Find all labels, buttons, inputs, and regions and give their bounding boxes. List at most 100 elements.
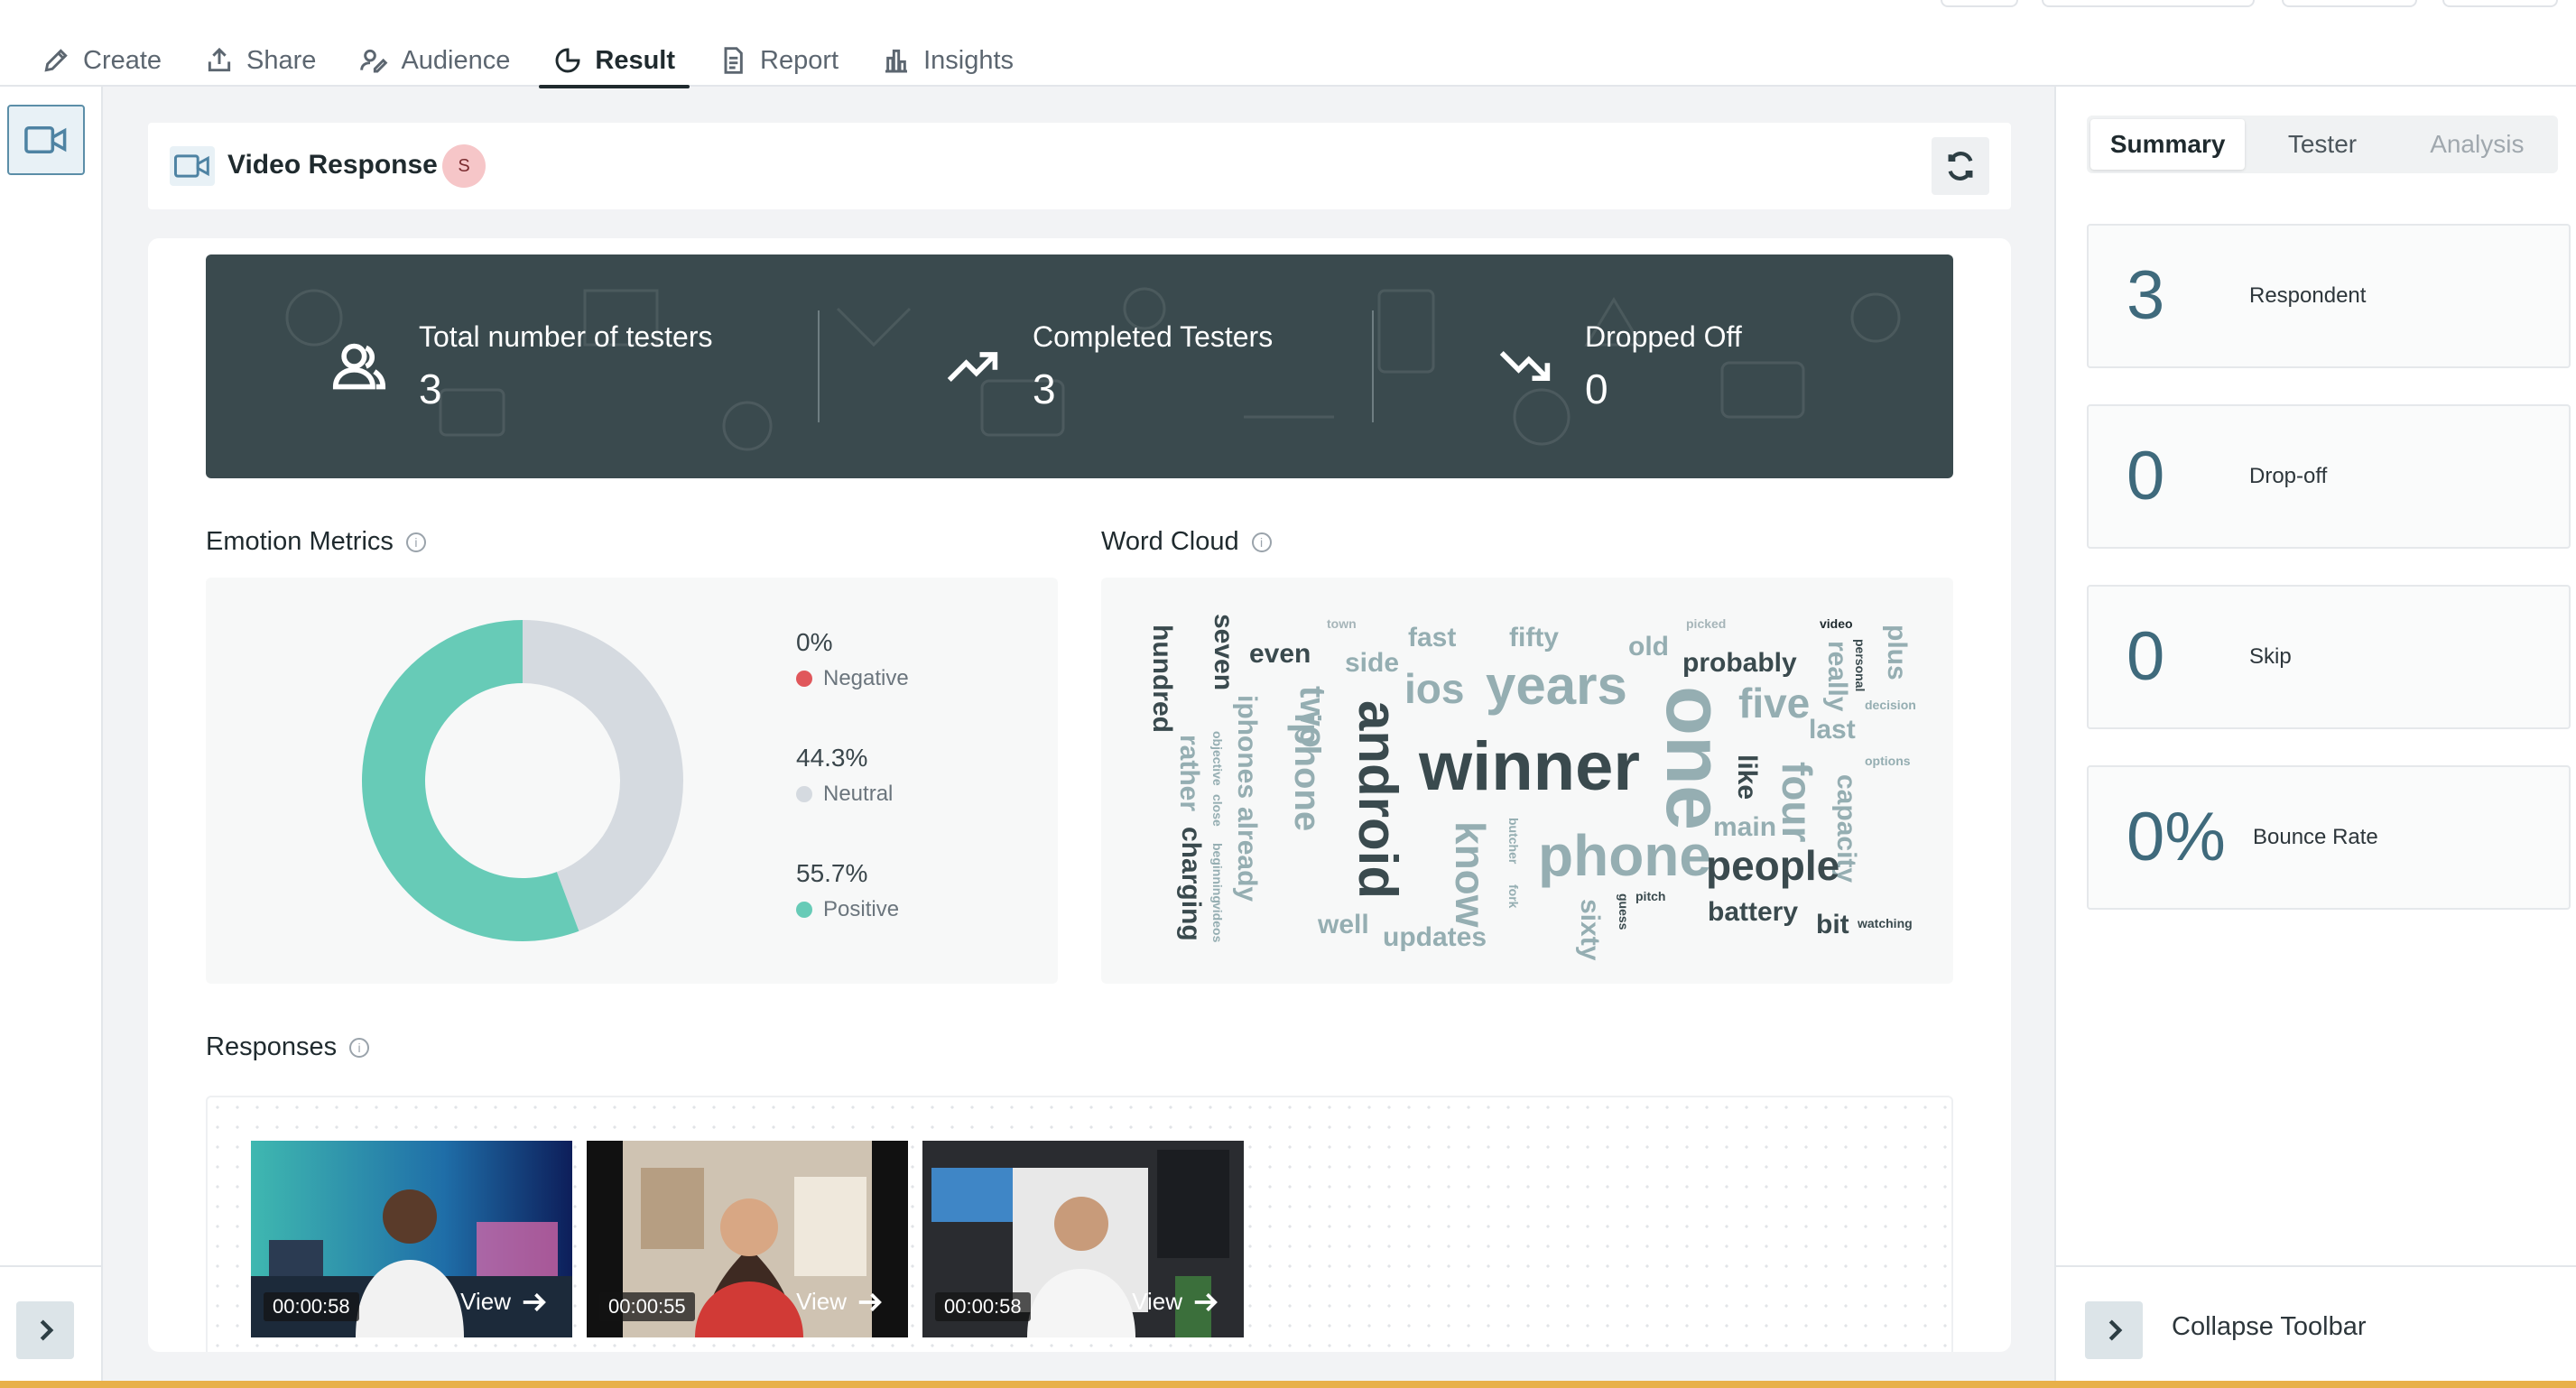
word-cloud-word: years (1486, 655, 1627, 716)
tab-create[interactable]: Create (27, 36, 176, 85)
response-video-3[interactable]: 00:00:58 View (922, 1141, 1244, 1337)
right-sidebar: Summary Tester Analysis 3 Respondent 0 D… (2054, 87, 2576, 1388)
tab-insights[interactable]: Insights (867, 36, 1028, 85)
trending-down-icon (1499, 351, 1551, 381)
video-response-header: Video Response S (148, 123, 2011, 209)
word-cloud-word: already (1232, 807, 1262, 902)
video-camera-icon (170, 146, 215, 186)
left-rail (0, 87, 103, 1388)
word-cloud-word: fast (1408, 623, 1457, 652)
nav-tabs: Create Share Audience Result Report Insi… (27, 36, 1042, 88)
legend-dot (796, 786, 812, 802)
view-link[interactable]: View (1132, 1288, 1219, 1316)
stat-total-testers: Total number of testers 3 (332, 254, 712, 478)
word-cloud-title: Word Cloud i (1101, 527, 1272, 557)
top-toolbar-button[interactable] (2282, 0, 2417, 7)
top-toolbar-button[interactable] (2042, 0, 2255, 7)
collapse-toolbar-label[interactable]: Collapse Toolbar (2172, 1312, 2367, 1342)
word-cloud-word: seven (1209, 614, 1238, 691)
response-video-2[interactable]: 00:00:55 View (587, 1141, 908, 1337)
word-cloud-word: winner (1419, 728, 1640, 805)
video-duration: 00:00:58 (935, 1292, 1031, 1321)
tab-summary[interactable]: Summary (2090, 119, 2246, 170)
legend-negative: 0% Negative (796, 628, 909, 691)
top-toolbar-button[interactable] (1941, 0, 2018, 7)
top-toolbar-button[interactable] (2442, 0, 2558, 7)
tab-analysis[interactable]: Analysis (2400, 119, 2554, 170)
word-cloud-panel: hundred seven even town fast fifty picked video… (1101, 578, 1953, 984)
info-icon[interactable]: i (1251, 532, 1272, 552)
word-cloud-word: sixty (1575, 899, 1605, 961)
word-cloud-word: main (1713, 812, 1777, 842)
section-heading: Emotion Metrics (206, 527, 394, 556)
word-cloud-word: even (1249, 639, 1311, 669)
bottom-accent-strip (0, 1381, 2576, 1388)
sidebar-tabs: Summary Tester Analysis (2087, 116, 2558, 173)
word-cloud-word: side (1345, 648, 1400, 678)
view-link[interactable]: View (460, 1288, 547, 1316)
metric-label: Bounce Rate (2253, 825, 2378, 849)
stat-label: Dropped Off (1585, 319, 1742, 353)
video-question-button[interactable] (7, 105, 85, 175)
tab-share[interactable]: Share (190, 36, 330, 85)
legend-value: 0% (796, 628, 833, 656)
response-video-1[interactable]: 00:00:58 View (251, 1141, 572, 1337)
word-cloud-word: hundred (1147, 625, 1177, 733)
arrow-right-icon (1194, 1292, 1218, 1311)
legend-dot (796, 671, 812, 687)
word-cloud-word: know (1447, 821, 1494, 928)
trending-up-icon (947, 352, 998, 382)
info-icon[interactable]: i (349, 1037, 370, 1058)
stat-label: Total number of testers (419, 319, 713, 353)
results-card: Total number of testers 3 Completed Test… (148, 238, 2011, 1352)
refresh-icon (1948, 152, 1973, 180)
tab-audience[interactable]: Audience (345, 36, 524, 85)
word-cloud-word: well (1318, 910, 1369, 939)
top-nav: Create Share Audience Result Report Insi… (0, 0, 2576, 88)
metric-value: 3 (2127, 257, 2165, 334)
view-label: View (460, 1288, 511, 1315)
word-cloud-word: iphones (1232, 695, 1262, 800)
stats-banner: Total number of testers 3 Completed Test… (206, 254, 1953, 478)
chevron-right-icon (2108, 1319, 2123, 1341)
word-cloud-word: bit (1816, 910, 1849, 939)
word-cloud-word: updates (1383, 922, 1487, 952)
document-icon (724, 47, 743, 74)
word-cloud-word: videos (1210, 902, 1225, 943)
word-cloud-word: old (1628, 632, 1669, 662)
pencil-icon (44, 49, 68, 72)
collapse-toolbar-button[interactable] (2085, 1301, 2143, 1359)
expand-left-button[interactable] (16, 1301, 74, 1359)
refresh-button[interactable] (1932, 137, 1989, 195)
metric-respondent: 3 Respondent (2087, 224, 2571, 368)
word-cloud-word: one (1649, 686, 1739, 831)
word-cloud-word: people (1706, 842, 1840, 889)
stat-value: 3 (419, 365, 442, 412)
tab-tester[interactable]: Tester (2245, 119, 2399, 170)
word-cloud-word: probably (1682, 648, 1797, 678)
word-cloud-word: android (1348, 700, 1408, 899)
word-cloud-word: fifty (1509, 623, 1559, 652)
legend-value: 44.3% (796, 744, 868, 772)
word-cloud-word: really (1822, 641, 1852, 712)
word-cloud-word: watching (1858, 916, 1913, 930)
tab-label: Share (246, 45, 317, 75)
section-heading: Responses (206, 1032, 338, 1061)
word-cloud-word: last (1809, 715, 1856, 745)
word-cloud-word: five (1738, 680, 1811, 726)
word-cloud-word: charging (1176, 827, 1206, 941)
metric-value: 0 (2127, 438, 2165, 514)
word-cloud-word: plus (1882, 625, 1912, 680)
tab-label: Create (83, 45, 162, 75)
divider (818, 310, 820, 422)
metric-drop-off: 0 Drop-off (2087, 404, 2571, 549)
tab-result[interactable]: Result (539, 36, 690, 88)
metric-value: 0 (2127, 618, 2165, 695)
metric-bounce-rate: 0% Bounce Rate (2087, 765, 2571, 910)
info-icon[interactable]: i (405, 532, 426, 552)
view-label: View (1132, 1288, 1182, 1315)
metric-value: 0% (2127, 799, 2226, 875)
metric-label: Drop-off (2249, 464, 2328, 488)
view-link[interactable]: View (796, 1288, 883, 1316)
tab-report[interactable]: Report (704, 36, 853, 85)
